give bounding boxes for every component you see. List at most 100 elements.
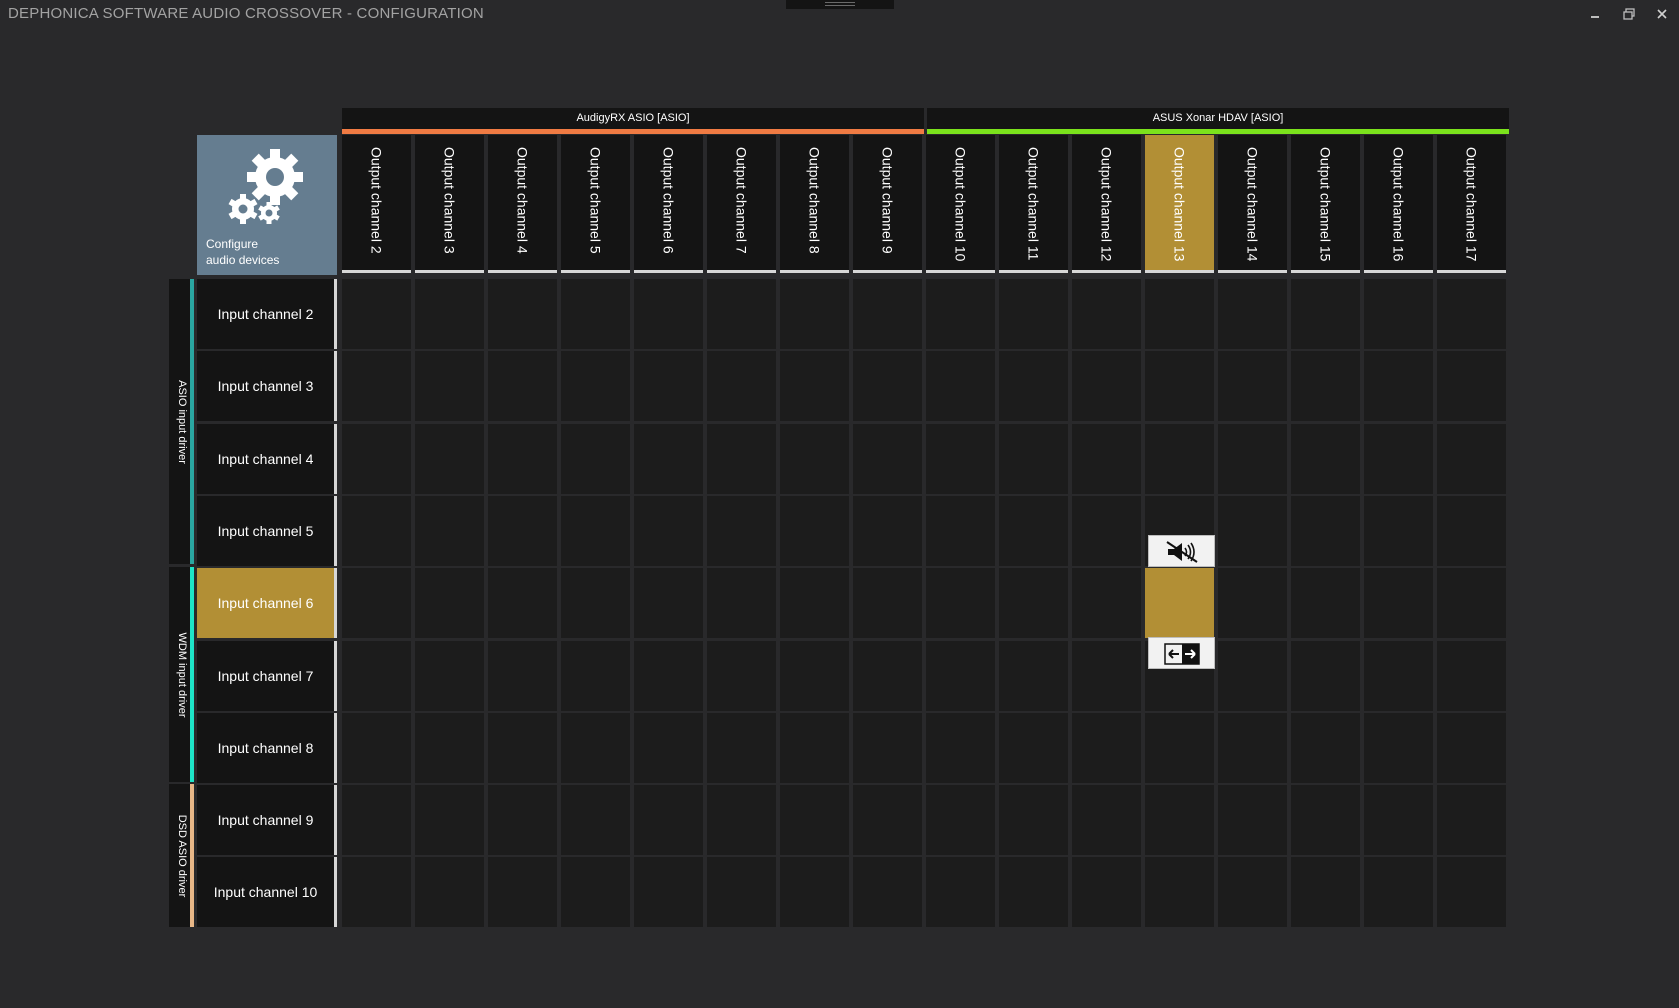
routing-cell[interactable] [780,713,849,783]
routing-cell[interactable] [1437,496,1506,566]
output-channel-header[interactable]: Output channel 16 [1364,135,1433,273]
routing-cell[interactable] [707,857,776,927]
routing-cell[interactable] [707,496,776,566]
routing-cell[interactable] [1072,785,1141,855]
routing-cell[interactable] [561,641,630,711]
configure-audio-devices-button[interactable]: Configure audio devices [197,135,337,275]
routing-cell[interactable] [634,496,703,566]
drag-grip-handle[interactable] [786,0,894,9]
routing-cell[interactable] [1437,713,1506,783]
routing-cell[interactable] [488,496,557,566]
routing-cell[interactable] [1291,641,1360,711]
output-channel-header[interactable]: Output channel 5 [561,135,630,273]
output-channel-header[interactable]: Output channel 13 [1145,135,1214,273]
routing-cell[interactable] [342,568,411,638]
routing-cell[interactable] [1364,568,1433,638]
routing-cell[interactable] [926,424,995,494]
routing-cell[interactable] [561,857,630,927]
routing-cell[interactable] [1364,641,1433,711]
routing-cell[interactable] [1291,279,1360,349]
routing-cell[interactable] [1437,568,1506,638]
routing-cell[interactable] [1291,785,1360,855]
output-channel-header[interactable]: Output channel 12 [1072,135,1141,273]
input-channel-header[interactable]: Input channel 9 [197,785,337,855]
input-channel-header[interactable]: Input channel 10 [197,857,337,927]
routing-cell[interactable] [1437,279,1506,349]
routing-cell[interactable] [999,351,1068,421]
routing-cell[interactable] [1437,641,1506,711]
routing-cell[interactable] [999,857,1068,927]
routing-cell[interactable] [1291,424,1360,494]
routing-cell[interactable] [707,641,776,711]
output-channel-header[interactable]: Output channel 15 [1291,135,1360,273]
routing-cell[interactable] [488,641,557,711]
output-channel-header[interactable]: Output channel 3 [415,135,484,273]
routing-cell[interactable] [926,279,995,349]
routing-cell[interactable] [1072,351,1141,421]
routing-cell[interactable] [1072,279,1141,349]
routing-cell[interactable] [926,496,995,566]
routing-cell[interactable] [488,857,557,927]
routing-cell[interactable] [1145,785,1214,855]
routing-cell[interactable] [1437,351,1506,421]
routing-cell[interactable] [415,857,484,927]
routing-cell[interactable] [1072,641,1141,711]
routing-cell[interactable] [999,785,1068,855]
routing-cell[interactable] [1145,279,1214,349]
input-channel-header[interactable]: Input channel 6 [197,568,337,638]
routing-cell[interactable] [634,785,703,855]
output-channel-header[interactable]: Output channel 7 [707,135,776,273]
routing-cell[interactable] [1145,857,1214,927]
mute-button[interactable] [1148,535,1215,567]
output-channel-header[interactable]: Output channel 17 [1437,135,1506,273]
routing-cell[interactable] [1364,496,1433,566]
output-channel-header[interactable]: Output channel 11 [999,135,1068,273]
routing-cell[interactable] [999,713,1068,783]
input-channel-header[interactable]: Input channel 7 [197,641,337,711]
routing-cell[interactable] [853,424,922,494]
input-channel-header[interactable]: Input channel 4 [197,424,337,494]
routing-cell[interactable] [853,568,922,638]
routing-cell[interactable] [415,424,484,494]
routing-cell[interactable] [707,279,776,349]
routing-cell[interactable] [1364,785,1433,855]
restore-icon[interactable] [1618,4,1640,24]
output-channel-header[interactable]: Output channel 10 [926,135,995,273]
routing-cell[interactable] [342,713,411,783]
routing-cell[interactable] [926,351,995,421]
routing-cell[interactable] [1291,568,1360,638]
routing-cell[interactable] [415,351,484,421]
input-channel-header[interactable]: Input channel 5 [197,496,337,566]
routing-cell[interactable] [415,713,484,783]
routing-cell[interactable] [780,857,849,927]
routing-cell[interactable] [926,857,995,927]
routing-cell[interactable] [488,424,557,494]
minimize-icon[interactable] [1584,4,1606,24]
routing-cell[interactable] [415,496,484,566]
routing-cell[interactable] [415,279,484,349]
routing-cell[interactable] [342,351,411,421]
routing-cell[interactable] [561,713,630,783]
routing-cell[interactable] [1072,713,1141,783]
routing-cell[interactable] [707,568,776,638]
routing-cell[interactable] [926,713,995,783]
routing-cell[interactable] [853,351,922,421]
routing-cell[interactable] [1072,568,1141,638]
routing-cell[interactable] [999,279,1068,349]
routing-cell[interactable] [488,713,557,783]
routing-cell[interactable] [1218,279,1287,349]
routing-cell[interactable] [1218,641,1287,711]
routing-cell[interactable] [1145,351,1214,421]
routing-cell[interactable] [1364,279,1433,349]
routing-cell[interactable] [1437,785,1506,855]
close-icon[interactable] [1651,4,1673,24]
routing-cell[interactable] [707,785,776,855]
routing-cell[interactable] [561,424,630,494]
routing-cell[interactable] [561,351,630,421]
routing-cell[interactable] [561,568,630,638]
routing-cell[interactable] [415,568,484,638]
routing-cell[interactable] [1291,713,1360,783]
input-channel-header[interactable]: Input channel 2 [197,279,337,349]
routing-cell[interactable] [853,496,922,566]
routing-cell[interactable] [1072,496,1141,566]
